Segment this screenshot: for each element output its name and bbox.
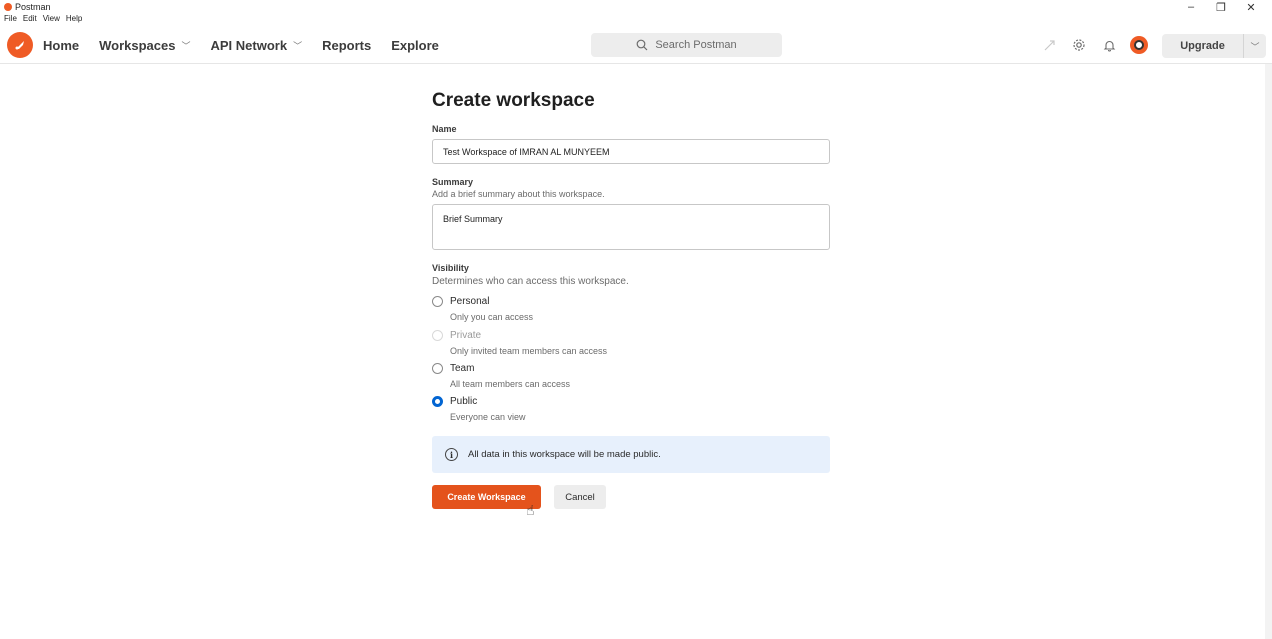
- create-workspace-button[interactable]: Create Workspace: [432, 485, 541, 509]
- name-input[interactable]: Test Workspace of IMRAN AL MUNYEEM: [432, 139, 830, 164]
- radio-team[interactable]: [432, 363, 443, 374]
- name-label: Name: [432, 124, 457, 134]
- upgrade-label: Upgrade: [1162, 34, 1244, 58]
- app-title-text: Postman: [15, 2, 51, 12]
- main-nav: Home Workspaces ﹀ API Network ﹀ Reports Ex…: [43, 38, 439, 53]
- radio-private-label: Private: [450, 330, 482, 341]
- window-controls: – ❐ ✕: [1176, 0, 1266, 14]
- visibility-label: Visibility: [432, 263, 469, 273]
- nav-workspaces-label: Workspaces: [99, 38, 176, 53]
- summary-textarea[interactable]: Brief Summary: [432, 204, 830, 250]
- invite-icon[interactable]: [1040, 36, 1058, 54]
- nav-reports[interactable]: Reports: [322, 38, 371, 53]
- page-title: Create workspace: [432, 90, 595, 111]
- menu-help[interactable]: Help: [66, 14, 82, 23]
- window-titlebar: Postman File Edit View Help – ❐ ✕: [0, 0, 1272, 27]
- info-message: All data in this workspace will be made …: [468, 449, 661, 460]
- visibility-option-team[interactable]: Team: [432, 363, 474, 374]
- header-icons: [1040, 36, 1148, 54]
- radio-personal[interactable]: [432, 296, 443, 307]
- postman-logo-icon: [4, 3, 12, 11]
- nav-home-label: Home: [43, 38, 80, 53]
- chevron-down-icon[interactable]: ﹀: [1244, 34, 1266, 58]
- upgrade-button[interactable]: Upgrade ﹀: [1162, 34, 1266, 58]
- menu-view[interactable]: View: [43, 14, 60, 23]
- nav-explore-label: Explore: [391, 38, 439, 53]
- visibility-option-private[interactable]: Private: [432, 330, 481, 341]
- name-input-value: Test Workspace of IMRAN AL MUNYEEM: [443, 146, 610, 157]
- rocket-icon: [15, 41, 24, 50]
- nav-home[interactable]: Home: [43, 38, 79, 53]
- hand-cursor-icon: ☝: [526, 502, 535, 518]
- visibility-option-public[interactable]: Public: [432, 396, 477, 407]
- close-button[interactable]: ✕: [1236, 0, 1266, 14]
- info-icon: i: [445, 448, 458, 461]
- nav-api-network[interactable]: API Network ﹀: [211, 38, 303, 53]
- notifications-bell-icon[interactable]: [1100, 36, 1118, 54]
- search-placeholder: Search Postman: [655, 39, 737, 51]
- radio-public-label: Public: [450, 396, 478, 407]
- visibility-option-personal[interactable]: Personal: [432, 296, 489, 307]
- nav-workspaces[interactable]: Workspaces ﹀: [99, 38, 190, 53]
- chevron-down-icon: ﹀: [181, 41, 191, 51]
- radio-team-label: Team: [450, 363, 475, 374]
- nav-reports-label: Reports: [322, 38, 372, 53]
- chevron-down-icon: ﹀: [293, 41, 303, 51]
- summary-placeholder: Brief Summary: [443, 214, 503, 224]
- radio-public[interactable]: [432, 396, 443, 407]
- radio-personal-desc: Only you can access: [450, 312, 534, 322]
- radio-private-desc: Only invited team members can access: [450, 346, 608, 356]
- summary-label: Summary: [432, 177, 474, 187]
- restore-button[interactable]: ❐: [1206, 0, 1236, 14]
- avatar[interactable]: [1130, 36, 1148, 54]
- postman-logo[interactable]: [7, 32, 33, 58]
- menu-edit[interactable]: Edit: [23, 14, 37, 23]
- summary-hint: Add a brief summary about this workspace…: [432, 189, 605, 199]
- app-title: Postman: [4, 2, 51, 12]
- radio-private[interactable]: [432, 330, 443, 341]
- avatar-image: [1134, 40, 1144, 50]
- search-input[interactable]: Search Postman: [591, 33, 782, 57]
- nav-explore[interactable]: Explore: [391, 38, 439, 53]
- search-icon: [636, 39, 648, 51]
- menu-file[interactable]: File: [4, 14, 17, 23]
- create-workspace-form: Create workspace Name Test Workspace of …: [432, 90, 830, 509]
- radio-team-desc: All team members can access: [450, 379, 571, 389]
- settings-gear-icon[interactable]: [1070, 36, 1088, 54]
- minimize-button[interactable]: –: [1176, 0, 1206, 14]
- visibility-hint: Determines who can access this workspace…: [432, 276, 629, 287]
- radio-personal-label: Personal: [450, 296, 490, 307]
- vertical-scrollbar[interactable]: [1265, 64, 1272, 639]
- menu-bar: File Edit View Help: [4, 14, 82, 23]
- public-info-banner: i All data in this workspace will be mad…: [432, 436, 830, 473]
- nav-api-network-label: API Network: [210, 38, 288, 53]
- app-header: Home Workspaces ﹀ API Network ﹀ Reports Ex…: [0, 27, 1272, 64]
- cancel-button[interactable]: Cancel: [554, 485, 606, 509]
- radio-public-desc: Everyone can view: [450, 412, 526, 422]
